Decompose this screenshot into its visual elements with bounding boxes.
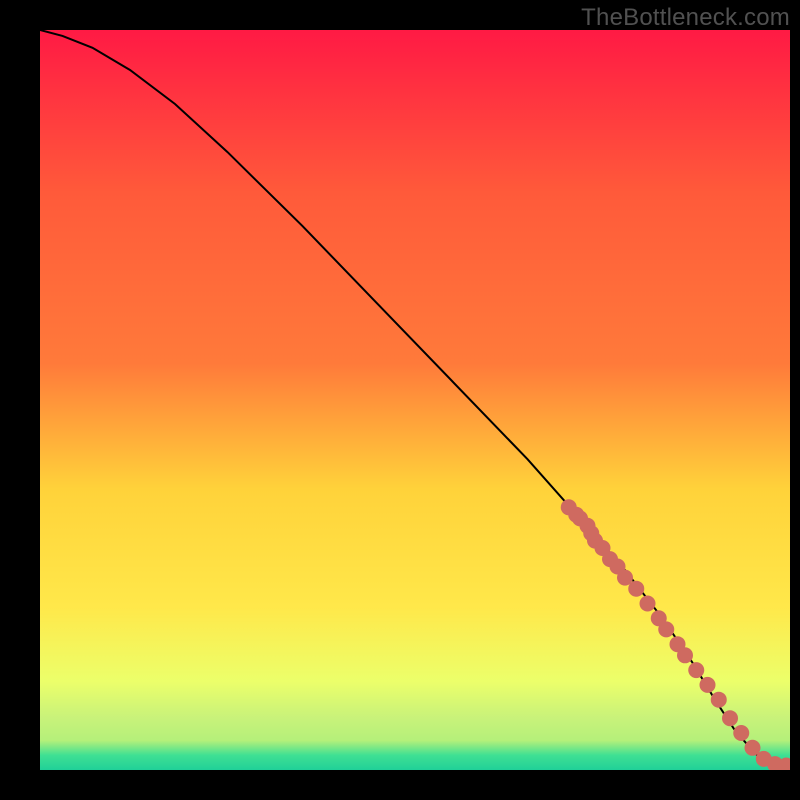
data-point: [628, 581, 644, 597]
data-point: [711, 692, 727, 708]
data-point: [688, 662, 704, 678]
plot-area: [40, 30, 790, 770]
watermark-text: TheBottleneck.com: [581, 4, 790, 32]
data-point: [700, 677, 716, 693]
chart-svg: [40, 30, 790, 770]
data-point: [640, 596, 656, 612]
data-point: [733, 725, 749, 741]
chart-frame: TheBottleneck.com: [0, 0, 800, 800]
data-point: [658, 621, 674, 637]
data-point: [677, 647, 693, 663]
gradient-background: [40, 30, 790, 770]
data-point: [722, 710, 738, 726]
